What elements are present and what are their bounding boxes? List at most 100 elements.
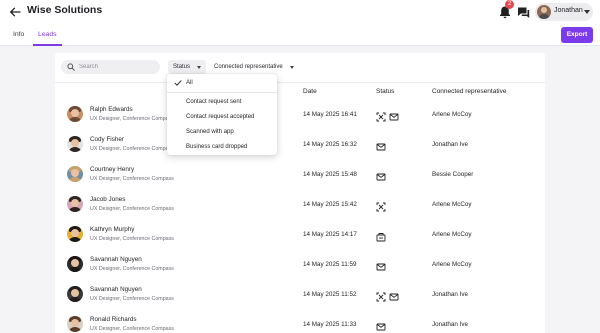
lead-status [376,229,386,242]
lead-role: UX Designer, Conference Compass [90,296,174,302]
table-row[interactable]: Kathryn Murphy UX Designer, Conference Co… [55,220,545,250]
mail-icon [376,139,386,151]
status-filter-label: Status [173,63,191,70]
lead-role: UX Designer, Conference Compass [90,206,174,212]
avatar [67,226,83,242]
dropdown-item-label: Contact request accepted [186,113,255,120]
mail-icon [376,169,386,181]
scan-icon [376,199,386,212]
lead-name: Kathryn Murphy [90,226,135,233]
table-row[interactable]: Savannah Nguyen UX Designer, Conference C… [55,250,545,280]
lead-representative: Jonathan Ive [432,321,469,328]
lead-representative: Jonathan Ive [432,291,469,298]
top-bar: Wise Solutions 2 Jonathan [0,0,600,24]
card-icon [376,229,386,242]
lead-name: Ronald Richards [90,316,137,323]
dropdown-item-all[interactable]: All [167,76,277,90]
mail-icon [376,319,386,331]
notification-badge: 2 [505,0,514,9]
avatar [537,5,551,19]
lead-status [376,109,399,122]
dropdown-item-contact-request-sent[interactable]: Contact request sent [167,95,277,109]
lead-representative: Arlene McCoy [432,231,472,238]
dropdown-item-label: All [186,79,193,86]
dropdown-item-scanned-with-app[interactable]: Scanned with app [167,125,277,139]
avatar [67,106,83,122]
lead-date: 14 May 2025 15:42 [303,201,357,208]
leads-card: Status Connected representative Date Sta… [55,53,545,333]
lead-role: UX Designer, Conference Compass [90,146,174,152]
tab-bar: Info Leads [0,24,600,46]
table-row[interactable]: Cody Fisher UX Designer, Conference Compa… [55,130,545,160]
scan-icon [376,109,386,122]
lead-date: 14 May 2025 11:59 [303,261,357,268]
lead-status [376,259,386,271]
rep-filter-button[interactable]: Connected representative [212,60,302,74]
lead-representative: Bessie Cooper [432,171,474,178]
lead-role: UX Designer, Conference Compass [90,326,174,332]
dropdown-item-label: Business card dropped [186,143,248,150]
status-filter-button[interactable]: Status [168,60,206,74]
lead-role: UX Designer, Conference Compass [90,116,174,122]
mail-icon [376,259,386,271]
lead-representative: Arlene McCoy [432,111,472,118]
user-menu[interactable]: Jonathan [535,3,593,21]
back-arrow-icon[interactable] [8,5,22,19]
search-input[interactable] [79,62,155,72]
status-dropdown-menu: All Contact request sent Contact request… [167,74,277,155]
lead-name: Cody Fisher [90,136,124,143]
lead-name: Savannah Nguyen [90,256,142,263]
lead-representative: Jonathan Ive [432,141,469,148]
lead-role: UX Designer, Conference Compass [90,266,174,272]
search-box[interactable] [61,60,160,74]
dropdown-item-label: Contact request sent [186,98,242,105]
avatar [67,256,83,272]
column-header-rep[interactable]: Connected representative [432,88,506,95]
dropdown-item-business-card-dropped[interactable]: Business card dropped [167,140,277,154]
lead-status [376,139,386,151]
avatar [67,286,83,302]
lead-status [376,199,386,212]
lead-name: Ralph Edwards [90,106,133,113]
page-title: Wise Solutions [27,4,103,16]
table-row[interactable]: Jacob Jones UX Designer, Conference Compa… [55,190,545,220]
avatar [67,196,83,212]
table-row[interactable]: Ronald Richards UX Designer, Conference C… [55,310,545,333]
lead-name: Jacob Jones [90,196,126,203]
search-icon [67,63,75,71]
tab-info[interactable]: Info [13,31,24,38]
chevron-down-icon [290,66,294,69]
chat-icon[interactable] [516,5,531,20]
avatar [67,136,83,152]
lead-date: 14 May 2025 14:17 [303,231,357,238]
lead-status [376,319,386,331]
tab-leads[interactable]: Leads [38,31,57,38]
lead-date: 14 May 2025 16:41 [303,111,357,118]
check-icon [174,80,182,86]
lead-representative: Arlene McCoy [432,261,472,268]
chevron-down-icon [197,66,201,69]
mail-icon [389,289,399,301]
mail-icon [389,109,399,121]
avatar [67,166,83,182]
lead-name: Savannah Nguyen [90,286,142,293]
avatar [67,316,83,332]
lead-role: UX Designer, Conference Compass [90,236,174,242]
column-header-date[interactable]: Date [303,88,317,95]
table-row[interactable]: Courtney Henry UX Designer, Conference Co… [55,160,545,190]
user-name: Jonathan [554,7,583,14]
lead-date: 14 May 2025 15:48 [303,171,357,178]
table-row[interactable]: Ralph Edwards UX Designer, Conference Com… [55,100,545,130]
lead-role: UX Designer, Conference Compass [90,176,174,182]
active-tab-indicator [33,44,62,46]
chevron-down-icon [584,10,590,14]
dropdown-item-contact-request-accepted[interactable]: Contact request accepted [167,110,277,124]
table-row[interactable]: Savannah Nguyen UX Designer, Conference C… [55,280,545,310]
scan-icon [376,289,386,302]
lead-date: 14 May 2025 11:33 [303,321,357,328]
export-button[interactable]: Export [561,27,593,43]
lead-date: 14 May 2025 11:52 [303,291,357,298]
lead-status [376,289,399,302]
divider [55,82,545,83]
column-header-status[interactable]: Status [376,88,394,95]
